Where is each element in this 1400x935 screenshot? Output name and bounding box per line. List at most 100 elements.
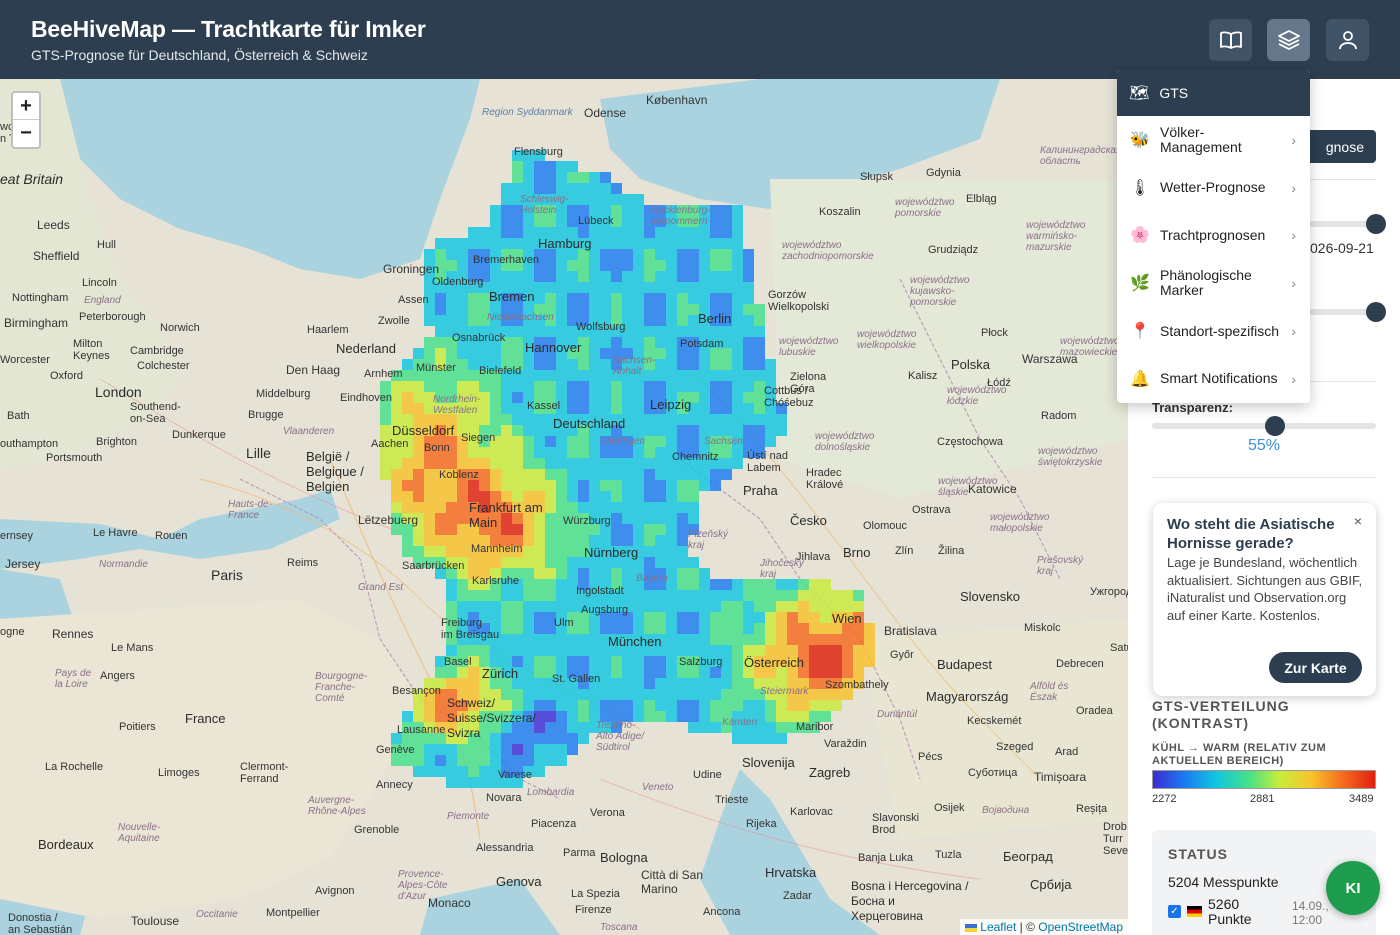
country-checkbox[interactable]: ✓	[1168, 905, 1181, 918]
heatmap-cell	[402, 546, 413, 557]
heatmap-cell	[633, 458, 644, 469]
heatmap-cell	[534, 612, 545, 623]
popup-close-button[interactable]: ×	[1354, 513, 1362, 529]
label-berlin: Berlin	[698, 311, 732, 326]
heatmap-cell	[655, 689, 666, 700]
heatmap-cell	[424, 315, 435, 326]
heatmap-cell	[721, 601, 732, 612]
label-kaliningrad: Калининградская область	[1040, 145, 1122, 167]
heatmap-cell	[534, 282, 545, 293]
heatmap-cell	[644, 546, 655, 557]
ki-assistant-button[interactable]: KI	[1326, 861, 1380, 915]
heatmap-cell	[710, 293, 721, 304]
heatmap-cell	[655, 326, 666, 337]
distribution-title: GTS-VERTEILUNG (KONTRAST)	[1152, 698, 1290, 731]
heatmap-cell	[501, 623, 512, 634]
heatmap-cell	[699, 634, 710, 645]
date-slider-handle[interactable]	[1366, 214, 1386, 234]
guide-button[interactable]	[1209, 19, 1252, 61]
layer-menu-item[interactable]: 📍 Standort-spezifisch ›	[1117, 307, 1310, 355]
zoom-out-button[interactable]: −	[13, 120, 39, 147]
heatmap-cell	[556, 282, 567, 293]
heatmap-cell	[468, 227, 479, 238]
secondary-slider-handle[interactable]	[1366, 302, 1386, 322]
heatmap-cell	[468, 557, 479, 568]
heatmap-cell	[578, 656, 589, 667]
heatmap-cell	[644, 524, 655, 535]
layer-menu-gts[interactable]: 🗺 GTS	[1117, 70, 1310, 116]
layer-menu-item[interactable]: 🌸 Trachtprognosen ›	[1117, 212, 1310, 260]
heatmap-cell	[435, 766, 446, 777]
heatmap-cell	[457, 524, 468, 535]
layer-menu-item[interactable]: 🌡 Wetter-Prognose ›	[1117, 164, 1310, 212]
heatmap-cell	[655, 711, 666, 722]
label-avignon: Avignon	[315, 885, 355, 897]
heatmap-cell	[787, 700, 798, 711]
label-birmingham: Birmingham	[4, 316, 69, 330]
label-gdynia: Gdynia	[926, 167, 961, 179]
heatmap-cell	[644, 623, 655, 634]
zoom-in-button[interactable]: +	[13, 93, 39, 120]
leaflet-link[interactable]: Leaflet	[980, 920, 1016, 934]
layer-menu-item[interactable]: 🔔 Smart Notifications ›	[1117, 355, 1310, 403]
label-den-haag: Den Haag	[286, 363, 341, 377]
heatmap-cell	[611, 238, 622, 249]
heatmap-cell	[743, 271, 754, 282]
heatmap-cell	[644, 711, 655, 722]
heatmap-cell	[743, 689, 754, 700]
heatmap-cell	[655, 381, 666, 392]
heatmap-cell	[457, 370, 468, 381]
heatmap-cell	[435, 524, 446, 535]
heatmap-cell	[611, 502, 622, 513]
heatmap-cell	[677, 634, 688, 645]
heatmap-cell	[611, 183, 622, 194]
heatmap-cell	[721, 249, 732, 260]
heatmap-cell	[468, 667, 479, 678]
germany-flag-icon	[1187, 906, 1202, 917]
heatmap-cell	[655, 513, 666, 524]
heatmap-cell	[710, 678, 721, 689]
heatmap-cell	[666, 711, 677, 722]
label-odense: Odense	[584, 106, 627, 120]
label-montpellier: Montpellier	[266, 907, 320, 919]
heatmap-cell	[853, 590, 864, 601]
heatmap-cell	[424, 337, 435, 348]
label-basel: Basel	[444, 656, 472, 668]
label-szeged: Szeged	[996, 741, 1034, 753]
heatmap-cell	[512, 458, 523, 469]
label-slovensko: Slovensko	[960, 589, 1020, 604]
heatmap-cell	[666, 480, 677, 491]
heatmap-cell	[787, 601, 798, 612]
popup-open-map-button[interactable]: Zur Karte	[1269, 652, 1362, 683]
heatmap-cell	[413, 766, 424, 777]
map-canvas[interactable]: København Region Syddanmark Odense wcast…	[0, 79, 1128, 935]
heatmap-cell	[567, 634, 578, 645]
osm-link[interactable]: OpenStreetMap	[1038, 920, 1123, 934]
heatmap-cell	[578, 491, 589, 502]
layer-menu-item[interactable]: 🌿 Phänologische Marker ›	[1117, 259, 1310, 307]
heatmap-cell	[633, 392, 644, 403]
heatmap-cell	[710, 425, 721, 436]
heatmap-cell	[688, 425, 699, 436]
heatmap-cell	[545, 271, 556, 282]
heatmap-cell	[600, 480, 611, 491]
heatmap-cell	[721, 612, 732, 623]
heatmap-cell	[545, 656, 556, 667]
layers-button[interactable]	[1267, 19, 1310, 61]
heatmap-cell	[633, 480, 644, 491]
heatmap-cell	[600, 392, 611, 403]
label-magyarorszag: Magyarország	[926, 689, 1009, 704]
account-button[interactable]	[1326, 19, 1369, 61]
transparency-slider[interactable]	[1152, 416, 1376, 436]
heatmap-cell	[589, 260, 600, 271]
heatmap-cell	[578, 370, 589, 381]
label-kalisz: Kalisz	[908, 370, 938, 382]
heatmap-cell	[457, 348, 468, 359]
label-polska: Polska	[951, 357, 991, 372]
heatmap-cell	[512, 183, 523, 194]
label-brno: Brno	[843, 545, 871, 560]
layer-menu-item[interactable]: 🐝 Völker- Management ›	[1117, 116, 1310, 164]
heatmap-cell	[688, 568, 699, 579]
label-norwich: Norwich	[160, 322, 200, 334]
heatmap-cell	[622, 524, 633, 535]
